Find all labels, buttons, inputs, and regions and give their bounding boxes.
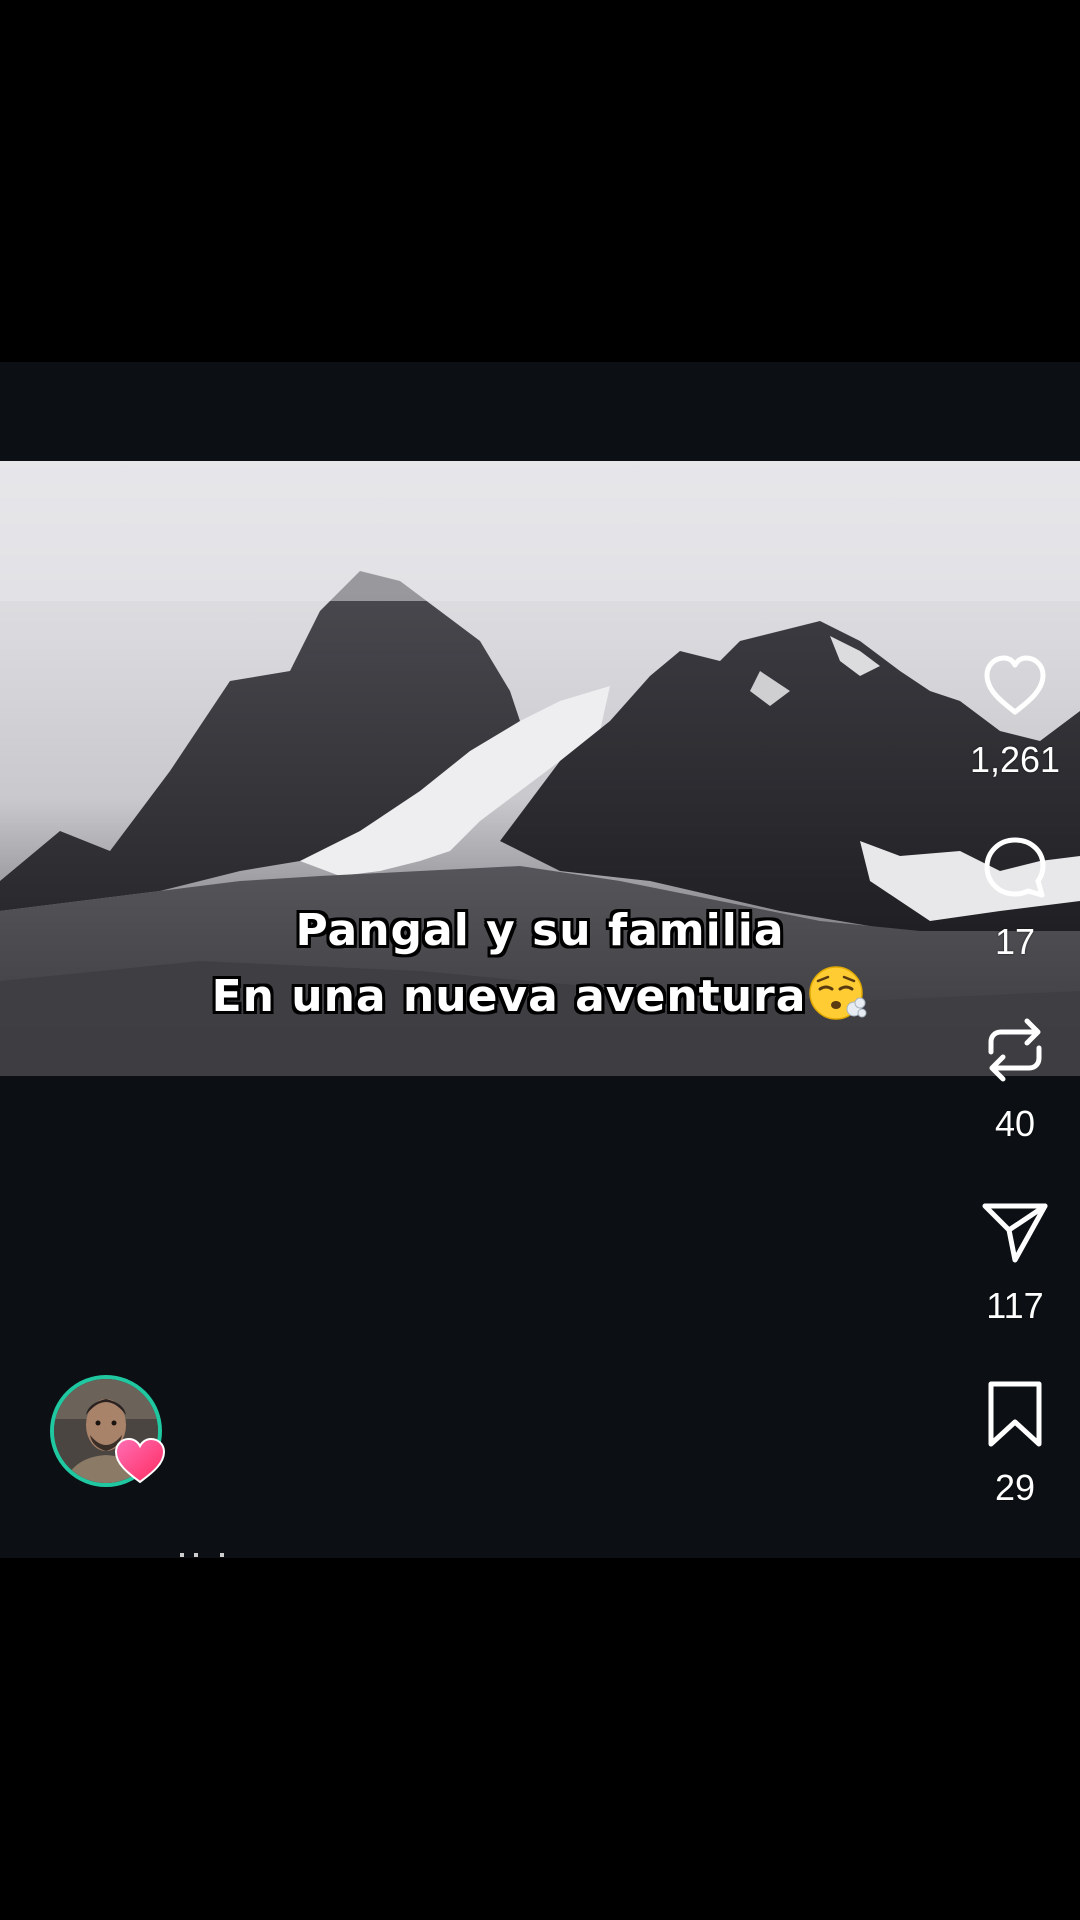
exhaling-face-emoji bbox=[808, 963, 868, 1023]
paper-plane-icon[interactable] bbox=[979, 1196, 1051, 1268]
share-action[interactable]: 117 bbox=[960, 1196, 1070, 1328]
username-fragment bbox=[180, 1553, 224, 1557]
heart-outline-icon[interactable] bbox=[979, 650, 1051, 722]
video-caption-line-2-text: En una nueva aventura bbox=[211, 971, 807, 1022]
comment-action[interactable]: 17 bbox=[960, 832, 1070, 964]
like-count: 1,261 bbox=[969, 739, 1061, 780]
video-caption-line-2: En una nueva aventura bbox=[0, 964, 1080, 1030]
comment-count: 17 bbox=[994, 921, 1036, 962]
comment-bubble-icon[interactable] bbox=[979, 832, 1051, 904]
save-count: 29 bbox=[994, 1467, 1036, 1508]
repost-arrows-icon[interactable] bbox=[979, 1014, 1051, 1086]
repost-action[interactable]: 40 bbox=[960, 1014, 1070, 1146]
reel-screen: Pangal y su familia En una nueva aventur… bbox=[0, 0, 1080, 1920]
bookmark-icon[interactable] bbox=[979, 1378, 1051, 1450]
video-caption-line-1: Pangal y su familia bbox=[295, 905, 785, 956]
pink-heart-icon bbox=[114, 1437, 166, 1484]
save-action[interactable]: 29 bbox=[960, 1378, 1070, 1510]
like-action[interactable]: 1,261 bbox=[960, 650, 1070, 782]
repost-count: 40 bbox=[994, 1103, 1036, 1144]
share-count: 117 bbox=[986, 1285, 1044, 1326]
